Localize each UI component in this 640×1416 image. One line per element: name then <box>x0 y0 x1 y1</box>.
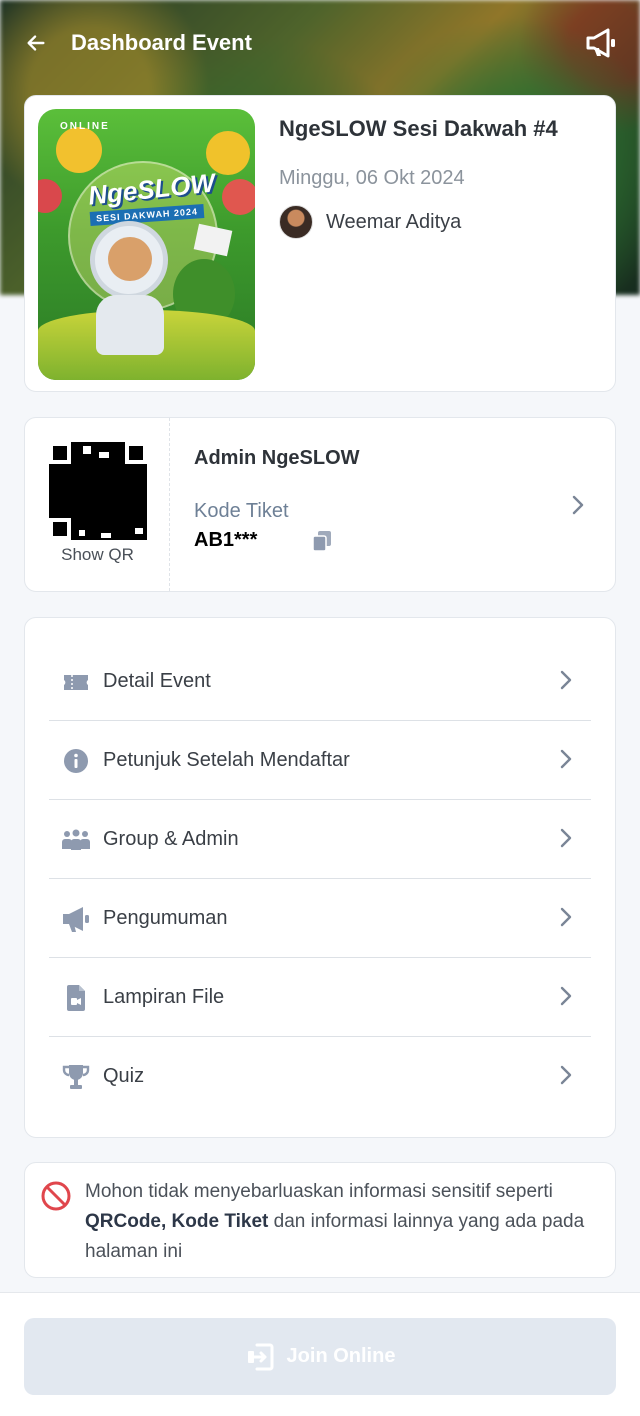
file-icon <box>61 983 91 1013</box>
megaphone-icon <box>586 28 615 58</box>
show-qr-button[interactable]: Show QR <box>25 418 170 591</box>
menu-item-quiz[interactable]: Quiz <box>49 1037 591 1116</box>
chevron-right-icon <box>560 749 572 769</box>
ticket-code-label: Kode Tiket <box>194 500 289 522</box>
event-card: ONLINE NgeSLOW SESI DAKWAH 2024 NgeSLOW … <box>24 95 616 392</box>
menu-item-group-admin[interactable]: Group & Admin <box>49 800 591 879</box>
event-poster: ONLINE NgeSLOW SESI DAKWAH 2024 <box>38 109 255 380</box>
chevron-right-icon <box>572 495 584 515</box>
join-online-button[interactable]: Join Online <box>24 1318 616 1395</box>
copy-code-button[interactable] <box>311 529 333 553</box>
show-qr-label: Show QR <box>61 545 134 564</box>
top-bar: Dashboard Event <box>0 0 640 86</box>
menu-item-label: Detail Event <box>103 670 211 692</box>
chevron-right-icon <box>560 670 572 690</box>
event-date: Minggu, 06 Okt 2024 <box>279 167 465 189</box>
menu-item-detail-event[interactable]: Detail Event <box>49 642 591 721</box>
chevron-right-icon <box>560 1065 572 1085</box>
footer-bar: Join Online <box>0 1292 640 1416</box>
copy-icon <box>312 531 331 552</box>
menu-item-pengumuman[interactable]: Pengumuman <box>49 879 591 958</box>
back-button[interactable] <box>24 31 48 55</box>
qr-code <box>49 442 147 540</box>
arrow-left-icon <box>27 35 45 51</box>
ticket-icon <box>61 667 91 697</box>
page-title: Dashboard Event <box>71 30 252 55</box>
ticket-admin-name: Admin NgeSLOW <box>194 447 360 469</box>
megaphone-icon <box>61 904 91 934</box>
chevron-right-icon <box>560 907 572 927</box>
menu-item-label: Petunjuk Setelah Mendaftar <box>103 749 350 771</box>
event-host: Weemar Aditya <box>279 205 461 239</box>
prohibited-icon <box>41 1181 71 1211</box>
warning-text: Mohon tidak menyebarluaskan informasi se… <box>85 1181 585 1262</box>
users-icon <box>61 825 91 855</box>
sensitive-info-warning: Mohon tidak menyebarluaskan informasi se… <box>24 1162 616 1278</box>
event-title: NgeSLOW Sesi Dakwah #4 <box>279 116 558 141</box>
chevron-right-icon <box>560 986 572 1006</box>
enter-icon <box>247 1343 274 1370</box>
menu-item-label: Group & Admin <box>103 828 239 850</box>
menu-item-label: Lampiran File <box>103 986 225 1008</box>
ticket-code-value: AB1*** <box>194 529 258 551</box>
join-online-label: Join Online <box>286 1345 396 1367</box>
menu-item-lampiran-file[interactable]: Lampiran File <box>49 958 591 1037</box>
chevron-right-icon <box>560 828 572 848</box>
ticket-card[interactable]: Show QR Admin NgeSLOW Kode Tiket AB1*** <box>24 417 616 592</box>
menu-item-label: Pengumuman <box>103 907 228 929</box>
poster-online-badge: ONLINE <box>60 121 110 132</box>
host-name: Weemar Aditya <box>326 210 462 233</box>
avatar <box>279 205 313 239</box>
menu-item-petunjuk[interactable]: Petunjuk Setelah Mendaftar <box>49 721 591 800</box>
info-icon <box>61 746 91 776</box>
trophy-icon <box>61 1062 91 1092</box>
announcement-button[interactable] <box>584 26 618 60</box>
menu-item-label: Quiz <box>103 1065 145 1087</box>
event-menu: Detail Event Petunjuk Setelah Mendaftar … <box>24 617 616 1138</box>
